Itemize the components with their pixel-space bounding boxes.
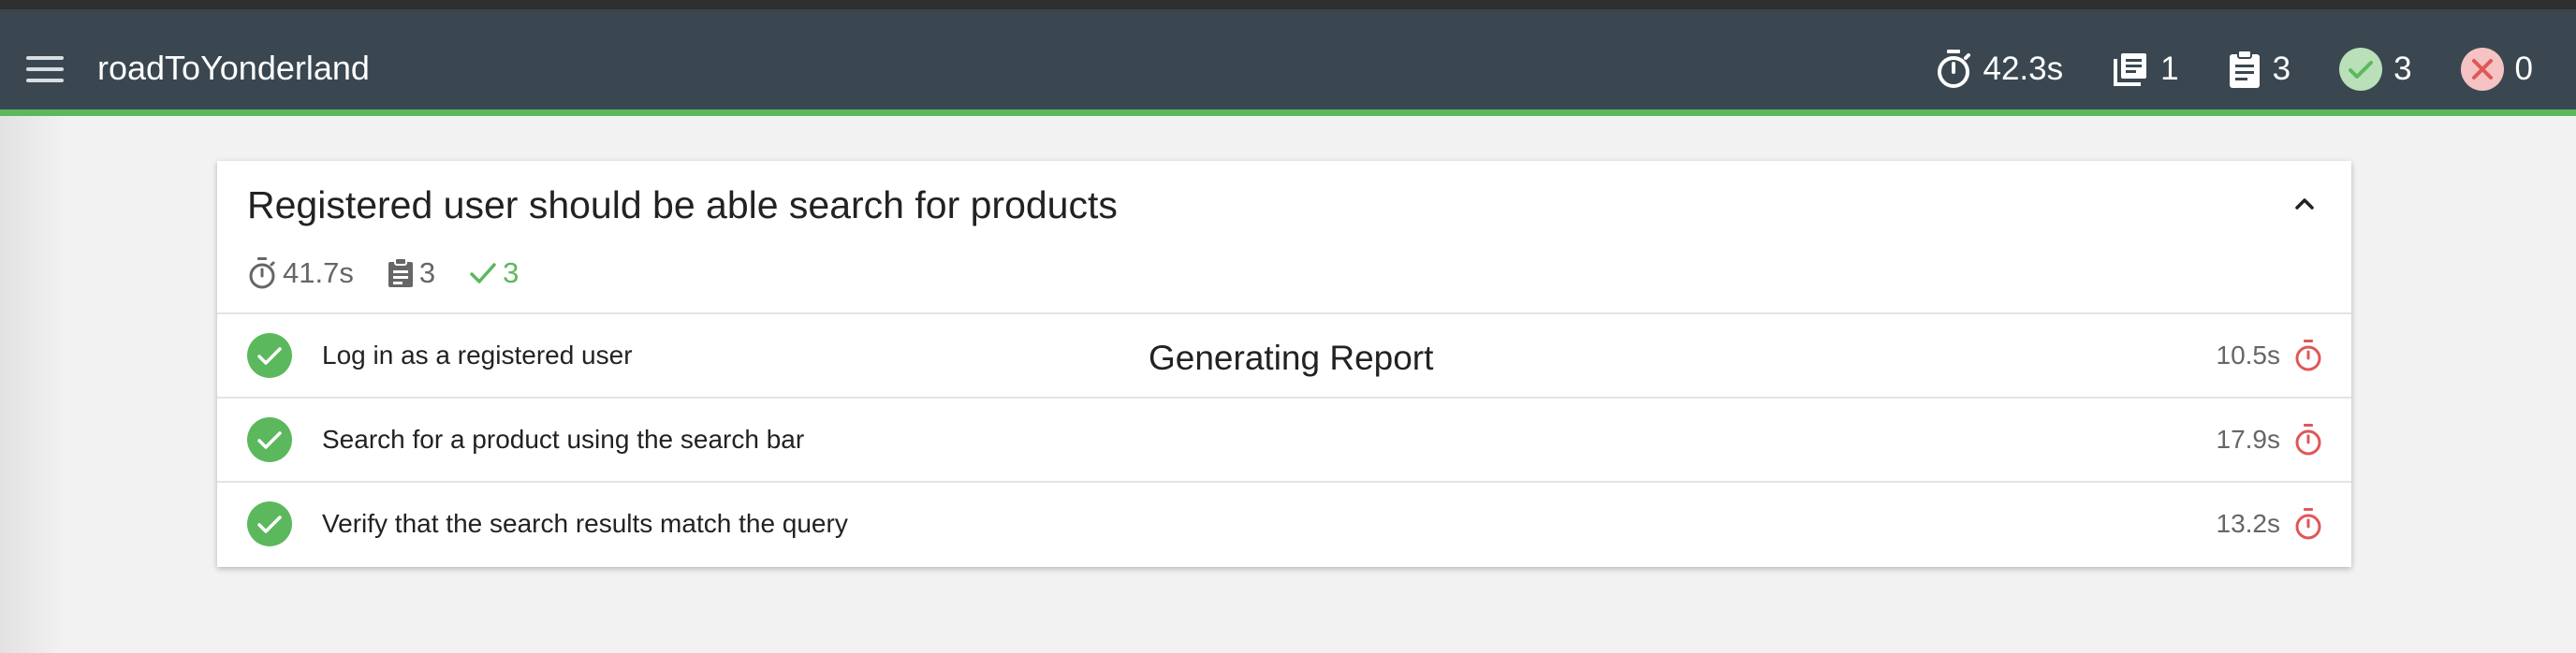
passed-check-icon bbox=[247, 501, 292, 546]
generating-report-text: Generating Report bbox=[1149, 339, 1434, 377]
step-duration: 17.9s bbox=[2216, 425, 2281, 454]
failed-stat: 0 bbox=[2460, 48, 2533, 91]
scenarios-stat: 3 bbox=[2228, 50, 2291, 89]
passed-value: 3 bbox=[2393, 51, 2412, 87]
feature-passed-value: 3 bbox=[503, 256, 520, 289]
feature-scenarios: 3 bbox=[388, 256, 435, 290]
step-duration: 13.2s bbox=[2216, 509, 2281, 538]
chevron-up-icon[interactable] bbox=[2290, 189, 2320, 219]
status-bar-line bbox=[0, 109, 2576, 116]
failed-x-icon bbox=[2460, 48, 2504, 91]
passed-check-icon bbox=[2339, 48, 2383, 91]
scenarios-value: 3 bbox=[2272, 51, 2291, 87]
clipboard-icon bbox=[388, 258, 413, 287]
passed-check-icon bbox=[247, 333, 292, 378]
stopwatch-icon bbox=[1937, 50, 1970, 88]
timer-icon bbox=[2295, 508, 2321, 540]
duration-value: 42.3s bbox=[1983, 51, 2064, 87]
feature-stats: 41.7s 3 3 bbox=[247, 254, 552, 292]
features-stat: 1 bbox=[2112, 51, 2179, 88]
app-title: roadToYonderland bbox=[97, 49, 370, 87]
step-row[interactable]: Search for a product using the search ba… bbox=[217, 397, 2351, 481]
feature-passed: 3 bbox=[469, 256, 519, 290]
clipboard-icon bbox=[2229, 50, 2260, 88]
feature-title: Registered user should be able search fo… bbox=[247, 183, 1118, 226]
stopwatch-icon bbox=[249, 257, 275, 289]
header-stats: 42.3s 1 3 3 0 bbox=[1886, 43, 2533, 95]
step-label: Log in as a registered user bbox=[322, 341, 633, 370]
menu-icon[interactable] bbox=[26, 56, 64, 82]
check-icon bbox=[470, 263, 496, 283]
feature-scenarios-value: 3 bbox=[418, 256, 436, 289]
step-label: Verify that the search results match the… bbox=[322, 509, 848, 538]
timer-icon bbox=[2295, 340, 2321, 371]
step-label: Search for a product using the search ba… bbox=[322, 425, 805, 454]
app-bar: roadToYonderland 42.3s 1 3 3 0 bbox=[0, 9, 2576, 109]
library-books-icon bbox=[2114, 53, 2147, 86]
failed-value: 0 bbox=[2514, 51, 2533, 87]
feature-duration-value: 41.7s bbox=[283, 256, 354, 289]
duration-stat: 42.3s bbox=[1935, 49, 2064, 90]
features-value: 1 bbox=[2160, 51, 2179, 87]
step-row[interactable]: Verify that the search results match the… bbox=[217, 481, 2351, 565]
window-top-strip bbox=[0, 0, 2576, 9]
feature-duration: 41.7s bbox=[247, 256, 354, 290]
passed-check-icon bbox=[247, 417, 292, 462]
step-duration: 10.5s bbox=[2216, 341, 2281, 370]
timer-icon bbox=[2295, 424, 2321, 456]
passed-stat: 3 bbox=[2339, 48, 2412, 91]
left-shade bbox=[0, 116, 66, 653]
